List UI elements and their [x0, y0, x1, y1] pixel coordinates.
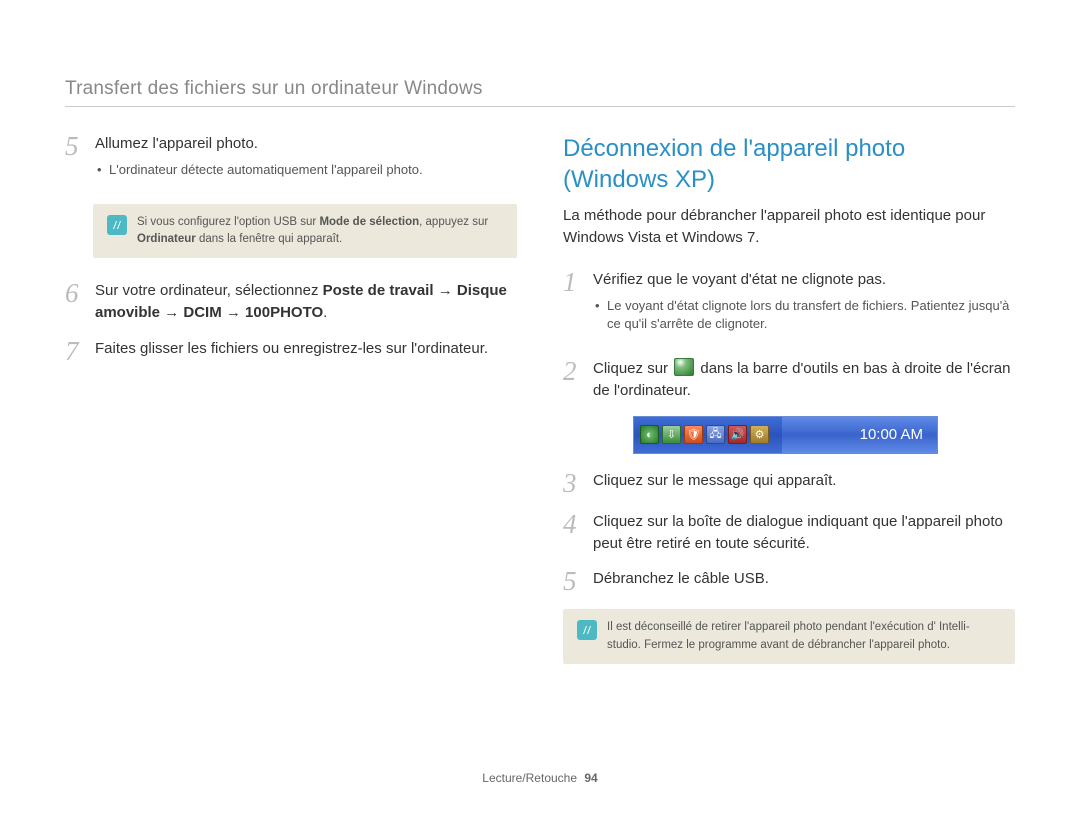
step-7: 7 Faites glisser les fichiers ou enregis…: [65, 338, 517, 365]
step-bullets: Le voyant d'état clignote lors du transf…: [593, 297, 1015, 335]
note-box: Il est déconseillé de retirer l'appareil…: [563, 609, 1015, 664]
security-shield-icon: 🛡: [684, 425, 703, 444]
right-column: Déconnexion de l'appareil photo (Windows…: [563, 133, 1015, 686]
windows-taskbar-illustration: ◐ ⇩ 🛡 🖧 🔊 ⚙ 10:00 AM: [633, 416, 938, 454]
step-5: 5 Allumez l'appareil photo. L'ordinateur…: [65, 133, 517, 190]
step-body: Faites glisser les fichiers ou enregistr…: [95, 338, 517, 365]
page-content: Transfert des fichiers sur un ordinateur…: [0, 0, 1080, 686]
bullet-item: L'ordinateur détecte automatiquement l'a…: [95, 161, 517, 180]
section-intro: La méthode pour débrancher l'appareil ph…: [563, 205, 1015, 249]
step-text: Allumez l'appareil photo.: [95, 135, 258, 152]
step-2: 2 Cliquez sur dans la barre d'outils en …: [563, 358, 1015, 402]
step-number: 1: [563, 269, 583, 344]
step-number: 5: [563, 568, 583, 595]
step-number: 7: [65, 338, 85, 365]
note-box: Si vous configurez l'option USB sur Mode…: [93, 204, 517, 259]
note-text: Il est déconseillé de retirer l'appareil…: [607, 619, 1001, 654]
step-body: Débranchez le câble USB.: [593, 568, 1015, 595]
start-orb-icon: ◐: [640, 425, 659, 444]
note-text: Si vous configurez l'option USB sur Mode…: [137, 214, 503, 249]
network-icon: 🖧: [706, 425, 725, 444]
step-body: Cliquez sur dans la barre d'outils en ba…: [593, 358, 1015, 402]
note-icon: [577, 620, 597, 640]
step-body: Allumez l'appareil photo. L'ordinateur d…: [95, 133, 517, 190]
step-number: 2: [563, 358, 583, 402]
note-icon: [107, 215, 127, 235]
system-tray: ◐ ⇩ 🛡 🖧 🔊 ⚙: [634, 417, 782, 453]
page-title: Transfert des fichiers sur un ordinateur…: [65, 78, 1015, 107]
step-number: 6: [65, 280, 85, 324]
left-column: 5 Allumez l'appareil photo. L'ordinateur…: [65, 133, 517, 686]
page-footer: Lecture/Retouche 94: [0, 771, 1080, 785]
step-6: 6 Sur votre ordinateur, sélectionnez Pos…: [65, 280, 517, 324]
page-number: 94: [584, 771, 597, 785]
step-number: 4: [563, 511, 583, 555]
step-body: Sur votre ordinateur, sélectionnez Poste…: [95, 280, 517, 324]
step-5r: 5 Débranchez le câble USB.: [563, 568, 1015, 595]
step-3: 3 Cliquez sur le message qui apparaît.: [563, 470, 1015, 497]
step-text-pre: Cliquez sur: [593, 360, 672, 377]
step-text: Vérifiez que le voyant d'état ne clignot…: [593, 271, 886, 288]
step-body: Cliquez sur le message qui apparaît.: [593, 470, 1015, 497]
step-4: 4 Cliquez sur la boîte de dialogue indiq…: [563, 511, 1015, 555]
bullet-item: Le voyant d'état clignote lors du transf…: [593, 297, 1015, 335]
step-number: 5: [65, 133, 85, 190]
step-body: Cliquez sur la boîte de dialogue indiqua…: [593, 511, 1015, 555]
step-1: 1 Vérifiez que le voyant d'état ne clign…: [563, 269, 1015, 344]
settings-icon: ⚙: [750, 425, 769, 444]
safely-remove-hardware-tray-icon: ⇩: [662, 425, 681, 444]
step-bullets: L'ordinateur détecte automatiquement l'a…: [95, 161, 517, 180]
two-column-layout: 5 Allumez l'appareil photo. L'ordinateur…: [65, 133, 1015, 686]
volume-icon: 🔊: [728, 425, 747, 444]
footer-section: Lecture/Retouche: [482, 771, 577, 785]
step-body: Vérifiez que le voyant d'état ne clignot…: [593, 269, 1015, 344]
safely-remove-hardware-icon: [674, 358, 694, 376]
section-heading: Déconnexion de l'appareil photo (Windows…: [563, 133, 1015, 195]
taskbar-clock: 10:00 AM: [782, 417, 937, 453]
step-number: 3: [563, 470, 583, 497]
